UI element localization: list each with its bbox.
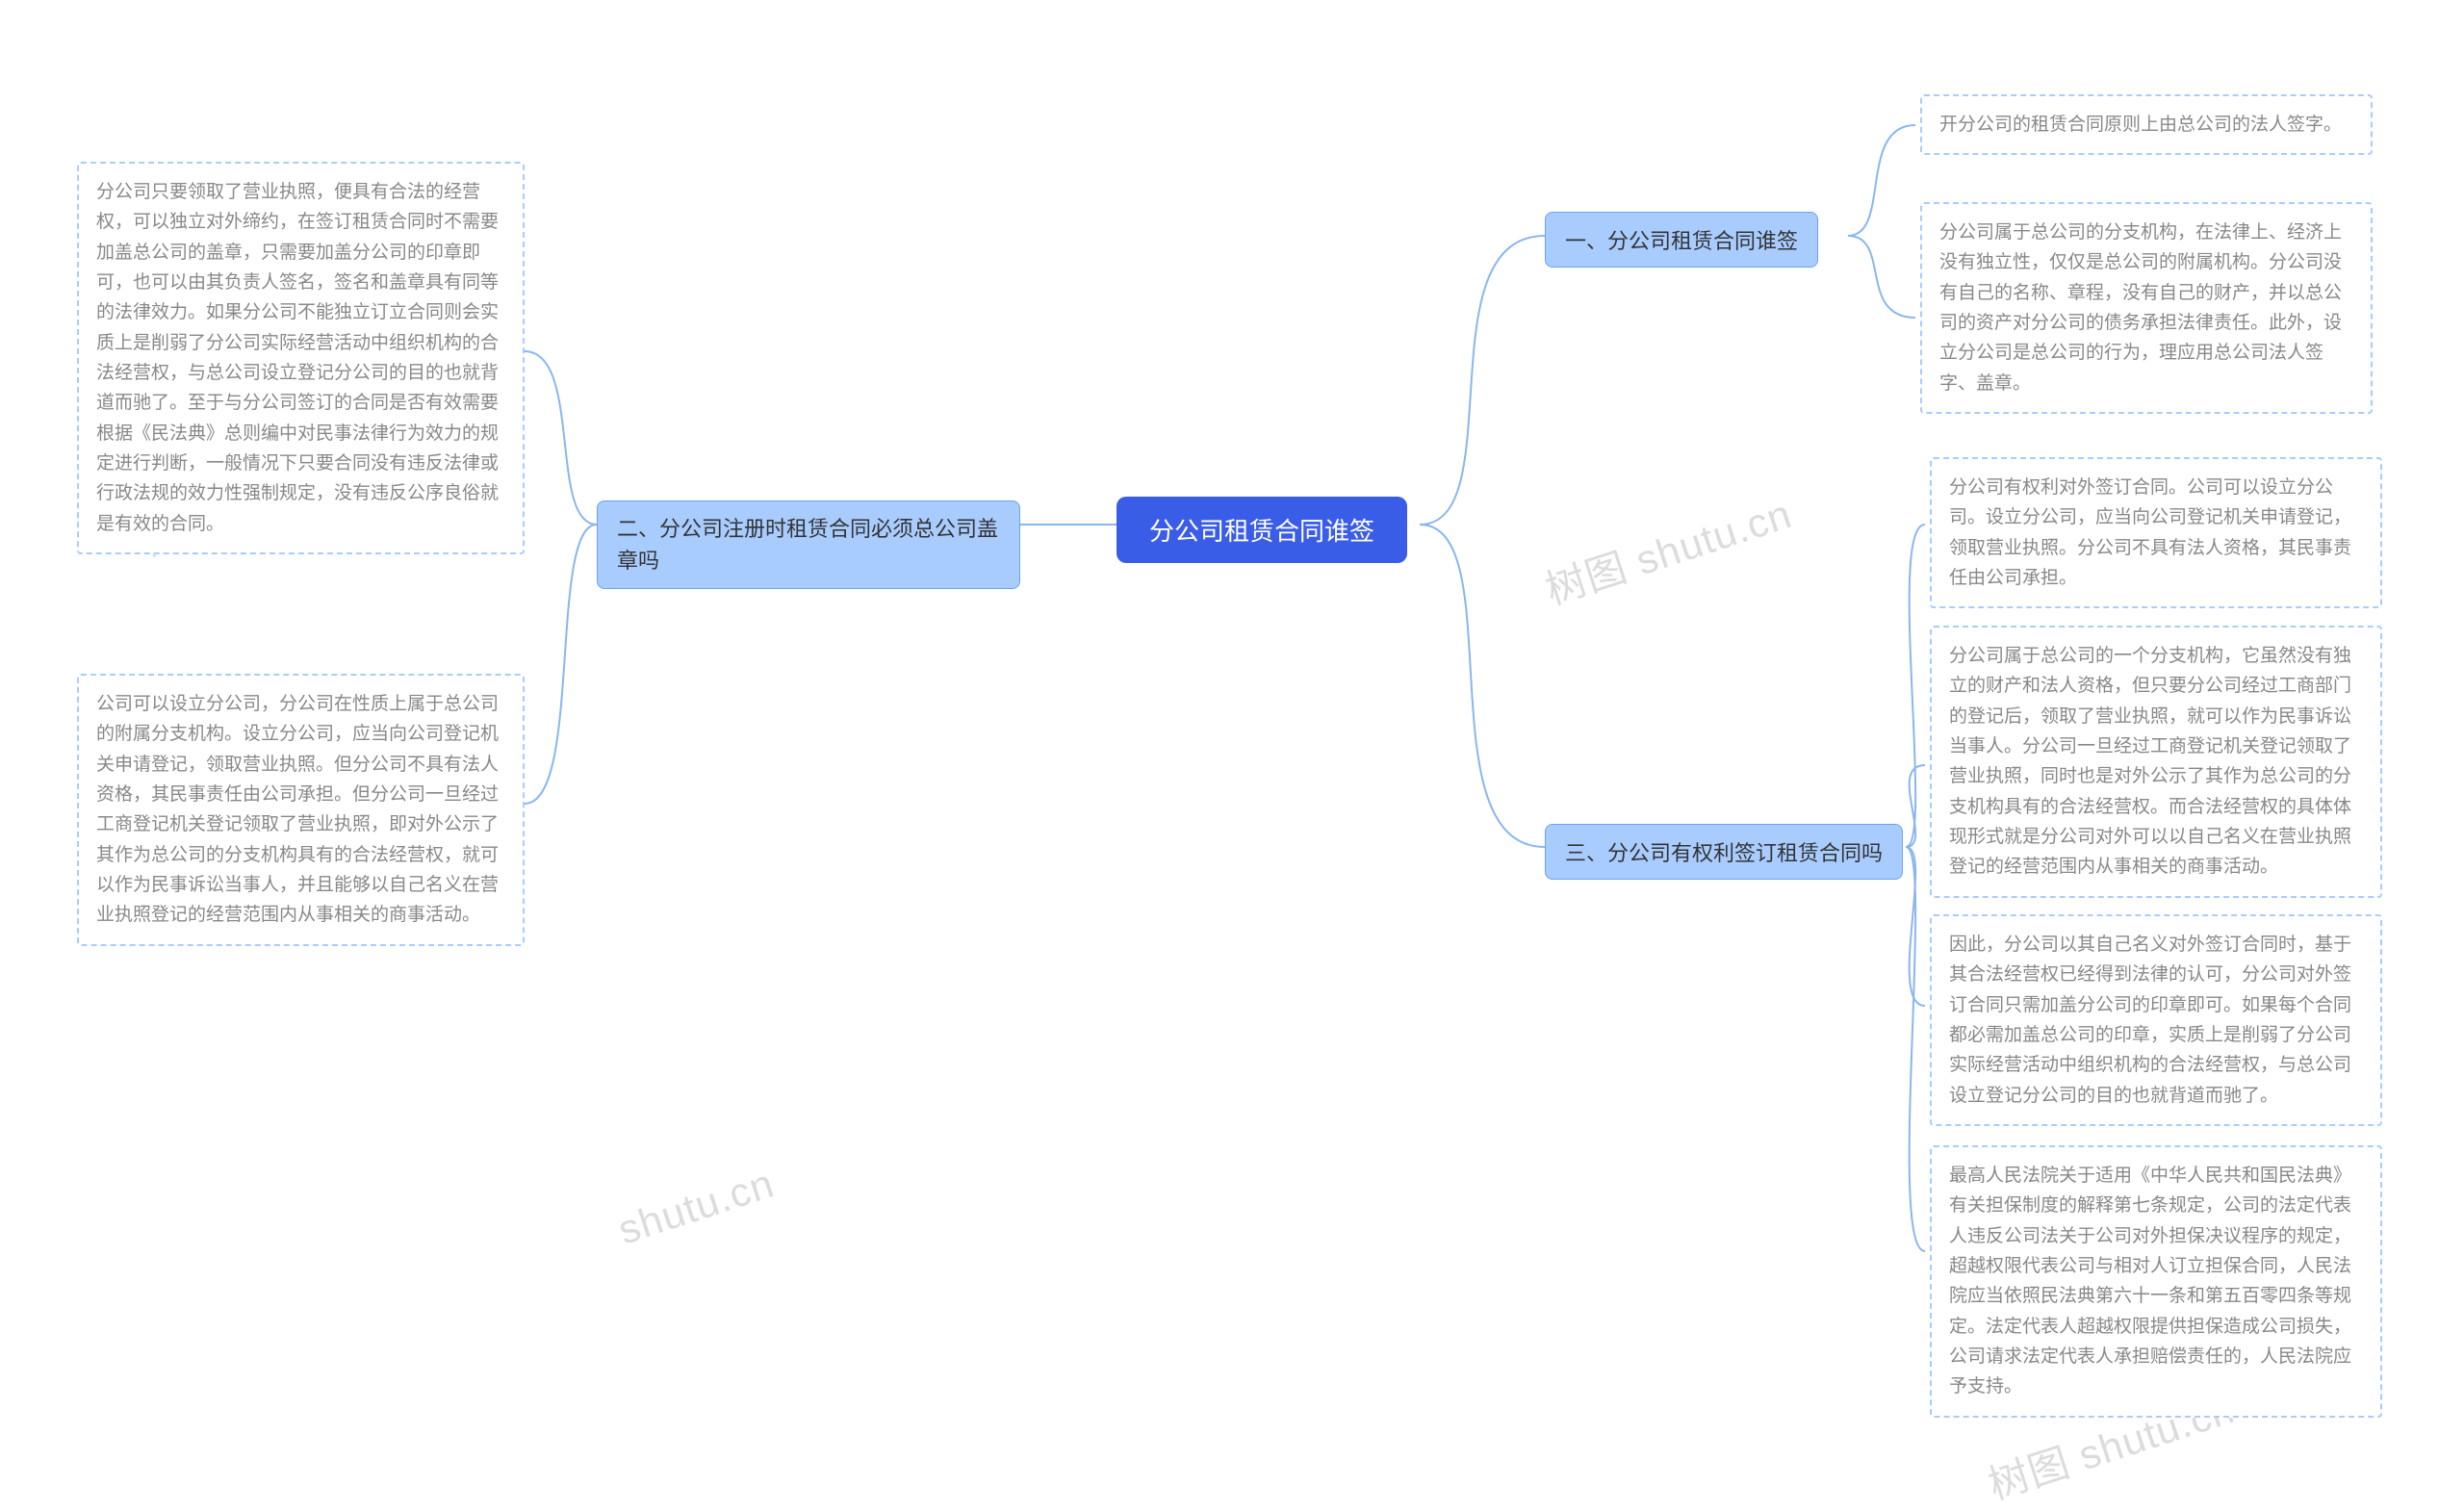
branch-1: 一、分公司租赁合同谁签 bbox=[1545, 212, 1818, 268]
branch-3: 三、分公司有权利签订租赁合同吗 bbox=[1545, 824, 1903, 880]
watermark: 树图 shutu.cn bbox=[1537, 481, 1798, 616]
leaf-1a: 开分公司的租赁合同原则上由总公司的法人签字。 bbox=[1920, 94, 2373, 155]
leaf-3d: 最高人民法院关于适用《中华人民共和国民法典》有关担保制度的解释第七条规定，公司的… bbox=[1930, 1145, 2382, 1418]
leaf-3b: 分公司属于总公司的一个分支机构，它虽然没有独立的财产和法人资格，但只要分公司经过… bbox=[1930, 626, 2382, 898]
leaf-3c: 因此，分公司以其自己名义对外签订合同时，基于其合法经营权已经得到法律的认可，分公… bbox=[1930, 914, 2382, 1126]
leaf-1b: 分公司属于总公司的分支机构，在法律上、经济上没有独立性，仅仅是总公司的附属机构。… bbox=[1920, 202, 2373, 414]
leaf-2a: 分公司只要领取了营业执照，便具有合法的经营权，可以独立对外缔约，在签订租赁合同时… bbox=[77, 162, 525, 554]
central-node: 分公司租赁合同谁签 bbox=[1116, 497, 1407, 563]
leaf-2b: 公司可以设立分公司，分公司在性质上属于总公司的附属分支机构。设立分公司，应当向公… bbox=[77, 674, 525, 946]
branch-2: 二、分公司注册时租赁合同必须总公司盖章吗 bbox=[597, 500, 1020, 589]
leaf-3a: 分公司有权利对外签订合同。公司可以设立分公司。设立分公司，应当向公司登记机关申请… bbox=[1930, 457, 2382, 608]
watermark: shutu.cn bbox=[613, 1160, 780, 1253]
